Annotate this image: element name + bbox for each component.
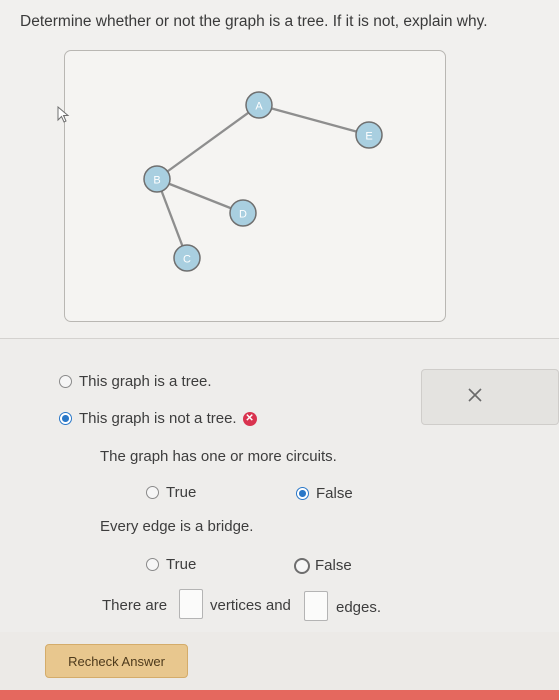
svg-text:B: B — [153, 175, 160, 187]
close-icon[interactable] — [467, 387, 483, 403]
choice-not-tree[interactable]: This graph is not a tree. ✕ — [59, 410, 257, 427]
choice-not-tree-label: This graph is not a tree. — [79, 410, 237, 427]
count-suffix: edges. — [336, 599, 382, 616]
mouse-cursor-icon — [57, 106, 70, 123]
count-prefix: There are — [102, 597, 168, 614]
bridge-false-label: False — [315, 557, 352, 574]
edge-a-e — [258, 103, 370, 137]
recheck-answer-button[interactable]: Recheck Answer — [45, 644, 188, 678]
node-d: D — [229, 199, 257, 227]
choice-is-tree-label: This graph is a tree. — [79, 373, 212, 390]
bridge-false-radio[interactable] — [294, 557, 310, 574]
edge-b-d — [156, 177, 244, 215]
circuits-false-radio[interactable] — [296, 487, 309, 500]
circuits-true-option[interactable]: True — [146, 484, 196, 501]
recheck-answer-label: Recheck Answer — [68, 653, 165, 669]
node-a: A — [245, 91, 273, 119]
circuits-false-label: False — [316, 485, 353, 502]
graph-svg: A B C D E — [143, 91, 383, 272]
node-c: C — [173, 244, 201, 272]
graph-figure: A B C D E — [64, 50, 446, 322]
radio-not-tree[interactable] — [59, 412, 72, 425]
choice-is-tree[interactable]: This graph is a tree. — [59, 373, 212, 390]
bridge-true-radio[interactable] — [146, 558, 159, 571]
bridge-false-option[interactable]: False — [294, 557, 352, 574]
node-b: B — [143, 165, 171, 193]
vertices-input[interactable] — [179, 589, 203, 619]
bottom-accent-bar — [0, 690, 559, 700]
bridge-true-option[interactable]: True — [146, 556, 196, 573]
bridge-true-label: True — [166, 556, 197, 573]
circuits-true-label: True — [166, 484, 197, 501]
edges-input[interactable] — [304, 591, 328, 621]
svg-text:C: C — [183, 254, 191, 266]
question-text: Determine whether or not the graph is a … — [20, 13, 488, 30]
bridge-statement: Every edge is a bridge. — [100, 518, 254, 535]
feedback-panel — [421, 369, 559, 425]
circuits-false-option[interactable]: False — [296, 485, 353, 502]
svg-text:E: E — [365, 131, 372, 143]
edge-a-b — [156, 104, 260, 180]
circuits-true-radio[interactable] — [146, 486, 159, 499]
graph-edges — [155, 103, 370, 259]
circuits-statement: The graph has one or more circuits. — [100, 448, 337, 465]
incorrect-x-icon: ✕ — [242, 411, 257, 426]
svg-text:D: D — [239, 209, 247, 221]
radio-is-tree[interactable] — [59, 375, 72, 388]
svg-text:A: A — [255, 101, 263, 113]
count-middle: vertices and — [210, 597, 291, 614]
question-panel: Determine whether or not the graph is a … — [0, 0, 559, 339]
node-e: E — [355, 121, 383, 149]
